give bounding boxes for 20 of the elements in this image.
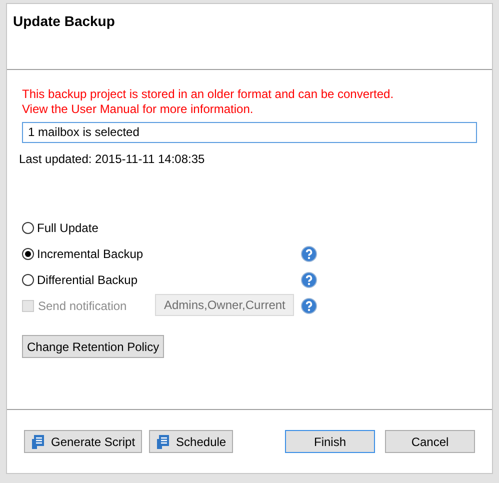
- option-label: Full Update: [37, 221, 98, 235]
- help-icon[interactable]: [301, 272, 317, 288]
- script-button[interactable]: Generate Script: [24, 430, 142, 453]
- dialog-button[interactable]: Finish: [285, 430, 375, 453]
- option-label: Incremental Backup: [37, 247, 144, 261]
- warning-text: View the User Manual for more information.: [22, 102, 254, 117]
- dialog-button[interactable]: Cancel: [385, 430, 475, 453]
- warning-text: This backup project is stored in an older format and can be converted.: [22, 87, 395, 102]
- script-button[interactable]: Schedule: [149, 430, 234, 453]
- window-title: Update Backup: [13, 13, 116, 29]
- option-label: Differential Backup: [37, 273, 138, 287]
- selection-field[interactable]: 1 mailbox is selected: [22, 122, 477, 143]
- help-icon[interactable]: [301, 246, 317, 262]
- scroll-icon: [31, 434, 47, 450]
- radio-button[interactable]: [22, 222, 34, 234]
- last-updated-text: Last updated: 2015-11-11 14:08:35: [19, 152, 206, 166]
- option-label: Send notification: [38, 299, 127, 313]
- radio-button[interactable]: [22, 274, 34, 286]
- change-retention-policy-button[interactable]: Change Retention Policy: [22, 335, 164, 358]
- radio-button[interactable]: [22, 248, 34, 260]
